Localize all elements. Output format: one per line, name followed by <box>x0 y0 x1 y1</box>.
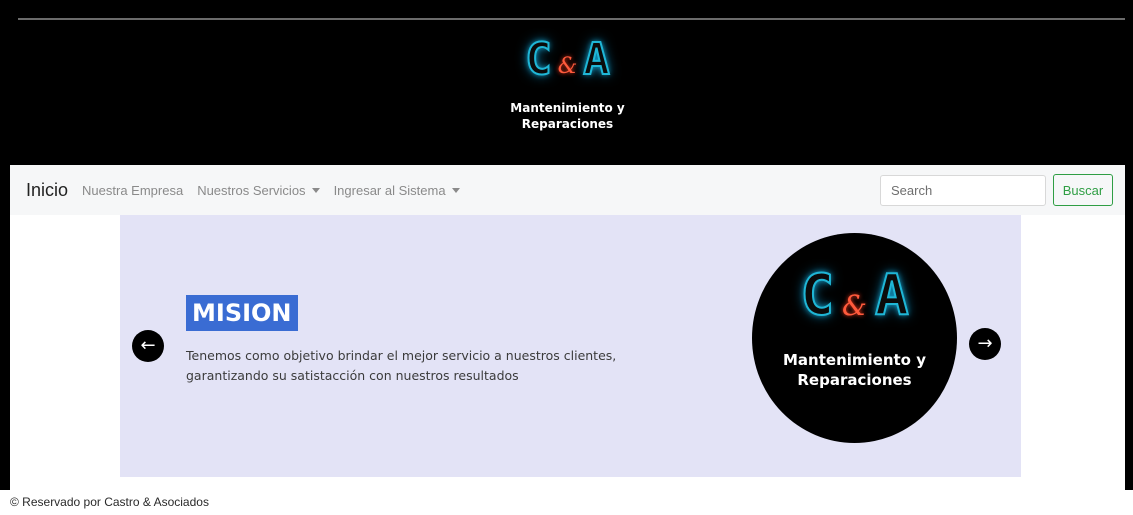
slide-logo-subtitle: Mantenimiento y Reparaciones <box>783 351 926 389</box>
slide-logo: C & A <box>799 263 910 328</box>
nav-item-label: Nuestra Empresa <box>82 182 184 198</box>
caret-down-icon <box>451 187 460 193</box>
carousel-prev-button[interactable]: ← <box>132 330 164 362</box>
slide-title: MISION <box>186 295 298 331</box>
nav-item-label: Ingresar al Sistema <box>333 182 446 198</box>
navbar: Inicio Nuestra Empresa Nuestros Servicio… <box>10 165 1125 215</box>
slide-logo-image: C & A Mantenimiento y Reparaciones <box>752 233 957 443</box>
site-subtitle: Mantenimiento y Reparaciones <box>510 101 625 131</box>
frame-right-edge <box>1125 0 1133 490</box>
logo-letter-a: A <box>582 34 610 85</box>
arrow-left-icon: ← <box>140 335 156 356</box>
site-header: C & A Mantenimiento y Reparaciones <box>10 0 1125 165</box>
nav-item-ingresar-sistema[interactable]: Ingresar al Sistema <box>334 183 460 198</box>
logo-letter-c: C <box>799 263 835 328</box>
caret-down-icon <box>311 187 320 193</box>
logo-ampersand: & <box>557 54 578 79</box>
frame-left-edge <box>0 0 10 490</box>
site-logo: C & A <box>524 34 611 85</box>
nav-item-nuestros-servicios[interactable]: Nuestros Servicios <box>197 182 320 198</box>
header-divider <box>18 18 1125 20</box>
search-button[interactable]: Buscar <box>1053 174 1113 206</box>
logo-ampersand: & <box>842 289 867 322</box>
logo-letter-a: A <box>874 263 910 328</box>
nav-item-label: Nuestros Servicios <box>197 182 306 198</box>
carousel-next-button[interactable]: → <box>969 328 1001 360</box>
logo-letter-c: C <box>524 34 552 85</box>
slide-text: Tenemos como objetivo brindar el mejor s… <box>186 348 617 383</box>
carousel: ← MISION Tenemos como objetivo brindar e… <box>120 215 1021 477</box>
search-input[interactable] <box>880 175 1046 206</box>
arrow-right-icon: → <box>977 333 993 354</box>
footer-copyright: © Reservado por Castro & Asociados <box>10 495 209 509</box>
page: C & A Mantenimiento y Reparaciones Inici… <box>0 0 1133 515</box>
nav-item-nuestra-empresa[interactable]: Nuestra Empresa <box>82 183 183 198</box>
nav-brand-inicio[interactable]: Inicio <box>26 180 68 201</box>
